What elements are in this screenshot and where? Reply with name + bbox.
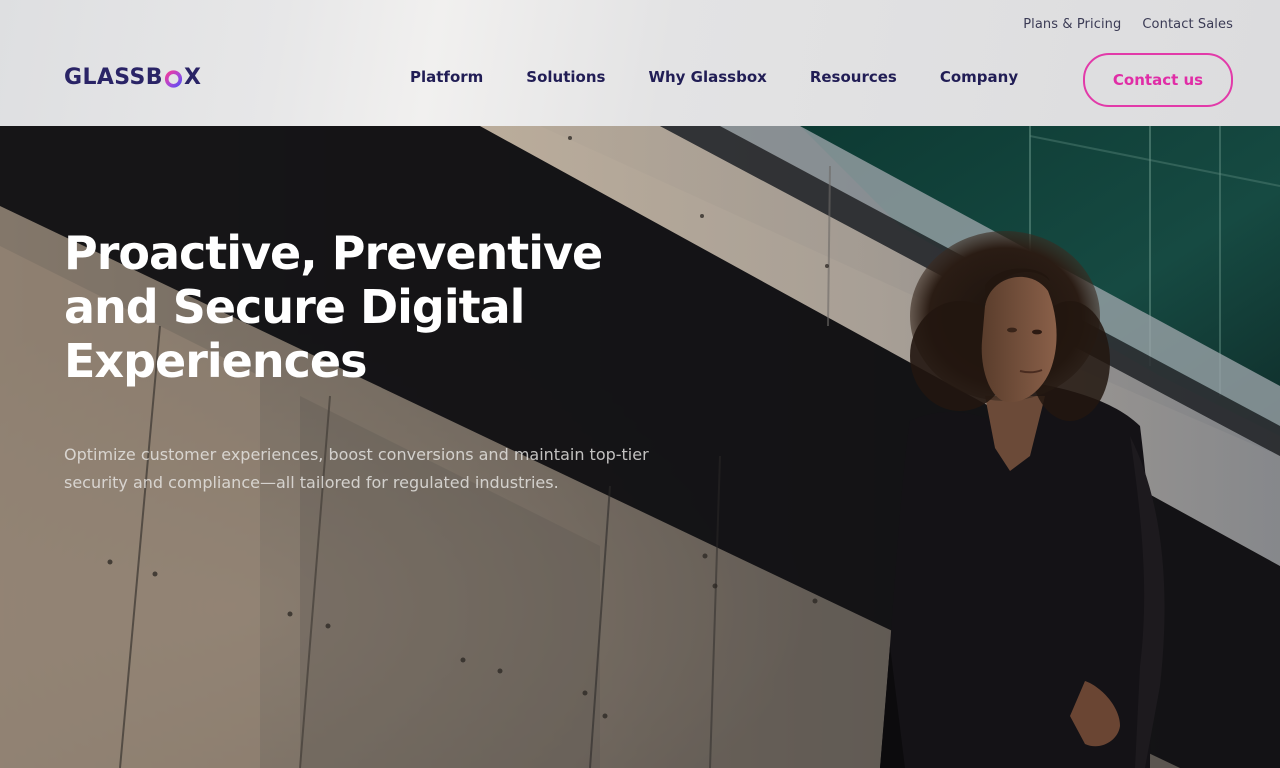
logo-o-icon (164, 69, 183, 88)
hero-title-line-3: Experiences (64, 334, 367, 388)
glassbox-logo[interactable]: GLASSB X (64, 64, 201, 92)
contact-us-button[interactable]: Contact us (1083, 53, 1233, 107)
hero-subtitle: Optimize customer experiences, boost con… (64, 445, 649, 492)
hero-title-line-1: Proactive, Preventive (64, 226, 603, 280)
logo-text-end: X (183, 65, 202, 90)
nav-solutions[interactable]: Solutions (526, 66, 605, 88)
main-nav: Platform Solutions Why Glassbox Resource… (410, 66, 1018, 88)
nav-platform[interactable]: Platform (410, 66, 483, 88)
plans-pricing-link[interactable]: Plans & Pricing (1023, 17, 1121, 32)
utility-nav: Plans & Pricing Contact Sales (1023, 17, 1233, 32)
nav-resources[interactable]: Resources (810, 66, 897, 88)
nav-why-glassbox[interactable]: Why Glassbox (648, 66, 766, 88)
logo-text-start: GLASSB (64, 65, 163, 90)
site-header: Plans & Pricing Contact Sales GLASSB X P… (0, 0, 1280, 126)
hero-title-line-2: and Secure Digital (64, 280, 525, 334)
nav-company[interactable]: Company (940, 66, 1018, 88)
contact-sales-link[interactable]: Contact Sales (1142, 17, 1233, 32)
page: Plans & Pricing Contact Sales GLASSB X P… (0, 0, 1280, 768)
hero-title: Proactive, Preventive and Secure Digital… (64, 226, 664, 388)
